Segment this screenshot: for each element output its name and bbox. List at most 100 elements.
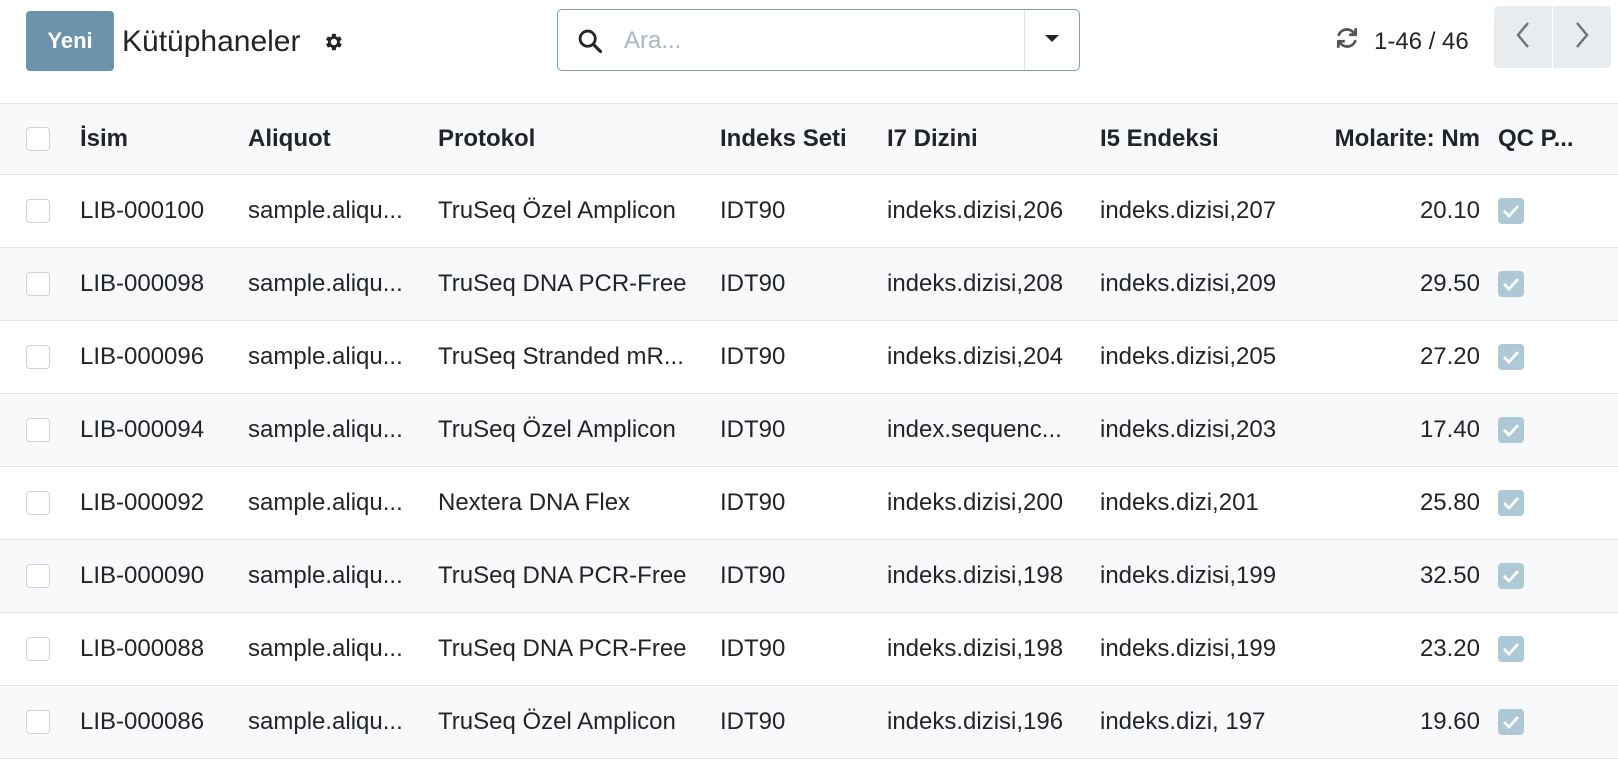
cell-protocol[interactable]: TruSeq DNA PCR-Free [438, 612, 720, 685]
cell-i5[interactable]: indeks.dizisi,199 [1100, 612, 1328, 685]
cell-qc[interactable] [1498, 685, 1618, 758]
column-header-molarity[interactable]: Molarite: Nm [1328, 104, 1498, 175]
cell-index-set[interactable]: IDT90 [720, 320, 887, 393]
search-options-toggle[interactable] [1024, 10, 1079, 70]
cell-i7[interactable]: indeks.dizisi,198 [887, 612, 1100, 685]
row-select-checkbox[interactable] [26, 491, 50, 516]
cell-index-set[interactable]: IDT90 [720, 612, 887, 685]
cell-aliquot[interactable]: sample.aliqu... [248, 685, 438, 758]
cell-index-set[interactable]: IDT90 [720, 174, 887, 247]
column-header-protocol[interactable]: Protokol [438, 104, 720, 175]
table-row[interactable]: LIB-000096 sample.aliqu... TruSeq Stranded… [0, 320, 1618, 393]
cell-name[interactable]: LIB-000090 [80, 539, 248, 612]
cell-index-set[interactable]: IDT90 [720, 539, 887, 612]
cell-name[interactable]: LIB-000098 [80, 247, 248, 320]
cell-i5[interactable]: indeks.dizisi,199 [1100, 539, 1328, 612]
cell-index-set[interactable]: IDT90 [720, 466, 887, 539]
cell-name[interactable]: LIB-000092 [80, 466, 248, 539]
cell-protocol[interactable]: Nextera DNA Flex [438, 466, 720, 539]
cell-name[interactable]: LIB-000094 [80, 393, 248, 466]
cell-aliquot[interactable]: sample.aliqu... [248, 539, 438, 612]
cell-i5[interactable]: indeks.dizisi,205 [1100, 320, 1328, 393]
cell-aliquot[interactable]: sample.aliqu... [248, 612, 438, 685]
column-header-qc[interactable]: QC P... [1498, 104, 1618, 175]
cell-qc[interactable] [1498, 539, 1618, 612]
table-row[interactable]: LIB-000092 sample.aliqu... Nextera DNA Fle… [0, 466, 1618, 539]
cell-i5[interactable]: indeks.dizisi,203 [1100, 393, 1328, 466]
cell-protocol[interactable]: TruSeq Özel Amplicon [438, 685, 720, 758]
cell-i7[interactable]: indeks.dizisi,206 [887, 174, 1100, 247]
gear-icon[interactable] [322, 31, 344, 53]
cell-protocol[interactable]: TruSeq Stranded mR... [438, 320, 720, 393]
row-select-checkbox[interactable] [26, 564, 50, 589]
cell-i5[interactable]: indeks.dizi,201 [1100, 466, 1328, 539]
cell-index-set[interactable]: IDT90 [720, 393, 887, 466]
cell-molarity[interactable]: 17.40 [1328, 393, 1498, 466]
pager-next-button[interactable] [1553, 6, 1611, 68]
cell-i5[interactable]: indeks.dizisi,207 [1100, 174, 1328, 247]
cell-molarity[interactable]: 32.50 [1328, 539, 1498, 612]
column-header-name[interactable]: İsim [80, 104, 248, 175]
cell-qc[interactable] [1498, 247, 1618, 320]
cell-qc[interactable] [1498, 612, 1618, 685]
select-all-cell [0, 104, 80, 175]
row-select-checkbox[interactable] [26, 710, 50, 735]
cell-index-set[interactable]: IDT90 [720, 247, 887, 320]
cell-qc[interactable] [1498, 174, 1618, 247]
cell-protocol[interactable]: TruSeq Özel Amplicon [438, 174, 720, 247]
cell-qc[interactable] [1498, 393, 1618, 466]
chevron-right-icon [1574, 21, 1590, 54]
cell-molarity[interactable]: 20.10 [1328, 174, 1498, 247]
table-row[interactable]: LIB-000100 sample.aliqu... TruSeq Özel Amp… [0, 174, 1618, 247]
cell-name[interactable]: LIB-000086 [80, 685, 248, 758]
pager-previous-button[interactable] [1494, 6, 1552, 68]
cell-aliquot[interactable]: sample.aliqu... [248, 174, 438, 247]
cell-aliquot[interactable]: sample.aliqu... [248, 466, 438, 539]
column-header-aliquot[interactable]: Aliquot [248, 104, 438, 175]
table-row[interactable]: LIB-000088 sample.aliqu... TruSeq DNA PCR-… [0, 612, 1618, 685]
row-select-checkbox[interactable] [26, 272, 50, 297]
cell-protocol[interactable]: TruSeq Özel Amplicon [438, 393, 720, 466]
row-select-checkbox[interactable] [26, 637, 50, 662]
cell-i7[interactable]: indeks.dizisi,204 [887, 320, 1100, 393]
cell-name[interactable]: LIB-000088 [80, 612, 248, 685]
cell-molarity[interactable]: 29.50 [1328, 247, 1498, 320]
cell-protocol[interactable]: TruSeq DNA PCR-Free [438, 539, 720, 612]
column-header-i7[interactable]: I7 Dizini [887, 104, 1100, 175]
cell-i7[interactable]: indeks.dizisi,200 [887, 466, 1100, 539]
cell-i5[interactable]: indeks.dizisi,209 [1100, 247, 1328, 320]
search-input[interactable] [622, 20, 966, 62]
cell-qc[interactable] [1498, 466, 1618, 539]
select-all-checkbox[interactable] [26, 127, 50, 152]
column-header-index-set[interactable]: Indeks Seti [720, 104, 887, 175]
cell-aliquot[interactable]: sample.aliqu... [248, 320, 438, 393]
table-row[interactable]: LIB-000098 sample.aliqu... TruSeq DNA PCR-… [0, 247, 1618, 320]
cell-i5[interactable]: indeks.dizi, 197 [1100, 685, 1328, 758]
cell-protocol[interactable]: TruSeq DNA PCR-Free [438, 247, 720, 320]
cell-name[interactable]: LIB-000096 [80, 320, 248, 393]
table-row[interactable]: LIB-000090 sample.aliqu... TruSeq DNA PCR-… [0, 539, 1618, 612]
row-select-checkbox[interactable] [26, 345, 50, 370]
row-select-cell [0, 466, 80, 539]
cell-i7[interactable]: index.sequenc... [887, 393, 1100, 466]
cell-molarity[interactable]: 23.20 [1328, 612, 1498, 685]
refresh-icon[interactable] [1334, 25, 1360, 51]
cell-name[interactable]: LIB-000100 [80, 174, 248, 247]
cell-molarity[interactable]: 25.80 [1328, 466, 1498, 539]
new-button[interactable]: Yeni [26, 11, 114, 71]
column-header-i5[interactable]: I5 Endeksi [1100, 104, 1328, 175]
cell-molarity[interactable]: 27.20 [1328, 320, 1498, 393]
row-select-checkbox[interactable] [26, 199, 50, 224]
pager-value[interactable]: 1-46 / 46 [1374, 22, 1469, 62]
cell-i7[interactable]: indeks.dizisi,208 [887, 247, 1100, 320]
row-select-checkbox[interactable] [26, 418, 50, 443]
cell-index-set[interactable]: IDT90 [720, 685, 887, 758]
table-row[interactable]: LIB-000094 sample.aliqu... TruSeq Özel Amp… [0, 393, 1618, 466]
cell-molarity[interactable]: 19.60 [1328, 685, 1498, 758]
cell-aliquot[interactable]: sample.aliqu... [248, 393, 438, 466]
cell-i7[interactable]: indeks.dizisi,196 [887, 685, 1100, 758]
cell-aliquot[interactable]: sample.aliqu... [248, 247, 438, 320]
cell-i7[interactable]: indeks.dizisi,198 [887, 539, 1100, 612]
cell-qc[interactable] [1498, 320, 1618, 393]
table-row[interactable]: LIB-000086 sample.aliqu... TruSeq Özel Amp… [0, 685, 1618, 758]
